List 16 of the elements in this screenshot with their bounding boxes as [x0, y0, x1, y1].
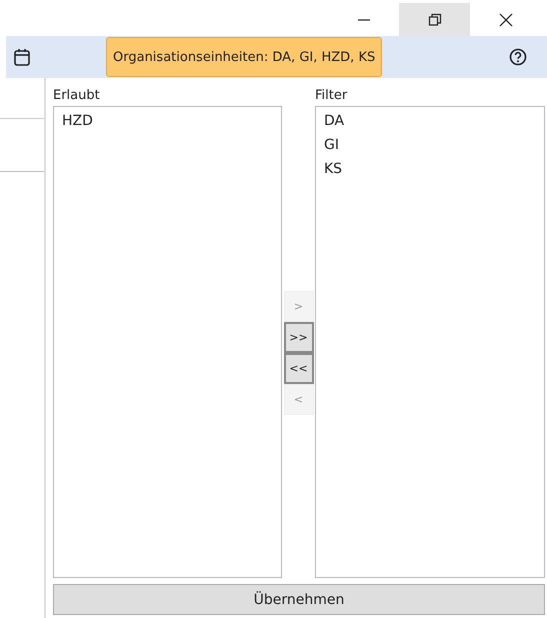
- list-item[interactable]: DA: [324, 112, 536, 130]
- restore-button[interactable]: [399, 3, 470, 37]
- help-icon[interactable]: [509, 48, 527, 66]
- apply-button[interactable]: Übernehmen: [53, 584, 545, 615]
- list-item[interactable]: GI: [324, 136, 536, 154]
- filter-badge[interactable]: Organisationseinheiten: DA, GI, HZD, KS: [106, 37, 382, 77]
- filter-label: Filter: [315, 88, 348, 104]
- restore-icon: [428, 13, 442, 27]
- list-item[interactable]: KS: [324, 160, 536, 178]
- side-panel: [0, 118, 44, 172]
- calendar-icon[interactable]: [14, 48, 30, 66]
- allowed-label: Erlaubt: [53, 88, 101, 104]
- list-item[interactable]: HZD: [62, 112, 273, 130]
- move-button[interactable]: <<: [284, 353, 314, 384]
- close-icon: [498, 13, 512, 27]
- move-button[interactable]: >>: [284, 322, 314, 353]
